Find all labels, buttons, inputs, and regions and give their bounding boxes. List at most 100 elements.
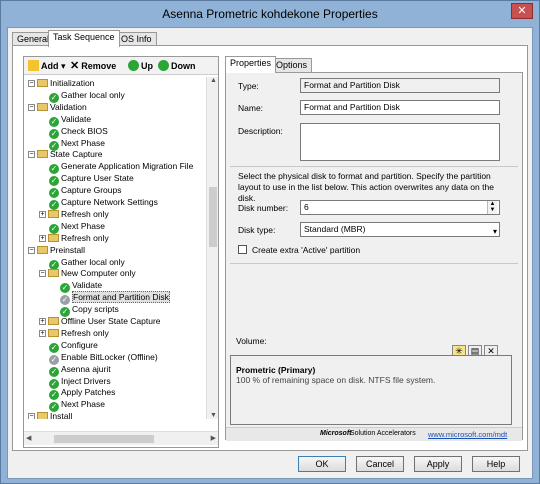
mdt-footer: Microsoft Solution Accelerators www.micr… <box>226 427 522 441</box>
folder-icon <box>37 79 48 87</box>
add-label: Add <box>41 61 59 71</box>
collapse-icon[interactable]: − <box>28 413 35 419</box>
tree-step[interactable]: ✓ Validate <box>49 113 91 127</box>
cancel-button[interactable]: Cancel <box>356 456 404 472</box>
remove-icon: ✕ <box>70 60 80 72</box>
tree-step[interactable]: ✓ Capture Groups <box>49 184 121 199</box>
disk-number-stepper[interactable]: ▲ ▼ <box>487 201 497 214</box>
folder-icon <box>37 245 48 254</box>
tree-group[interactable]: + Refresh only <box>39 327 109 339</box>
tree-vertical-scrollbar[interactable]: ▲ ▼ <box>206 77 218 419</box>
tree-step[interactable]: ✓ Next Phase <box>49 220 105 234</box>
tab-task-sequence[interactable]: Task Sequence <box>48 30 120 47</box>
tree-item-label: Copy scripts <box>72 304 119 315</box>
tab-properties[interactable]: Properties <box>225 56 277 73</box>
collapse-icon[interactable]: − <box>28 80 35 87</box>
disk-type-select[interactable]: Standard (MBR) ▾ <box>300 222 500 237</box>
scroll-up-icon[interactable]: ▲ <box>210 77 217 84</box>
tree-group[interactable]: + Refresh only <box>39 232 109 244</box>
ok-button[interactable]: OK <box>298 456 346 472</box>
expand-icon[interactable]: + <box>39 234 46 242</box>
tree-step[interactable]: ✓ Generate Application Migration File <box>49 160 193 175</box>
tree-item-label: Gather local only <box>61 89 125 100</box>
tree-step[interactable]: ✓ Next Phase <box>49 137 105 151</box>
vertical-scroll-thumb[interactable] <box>209 187 217 247</box>
tree-step[interactable]: ✓ Gather local only <box>49 89 125 103</box>
tree-group[interactable]: − New Computer only <box>39 267 136 279</box>
tree-step[interactable]: ✓ Capture Network Settings <box>49 196 158 210</box>
down-arrow-icon <box>158 60 169 71</box>
description-input[interactable] <box>300 123 500 161</box>
tree-step[interactable]: ✓ Enable BitLocker (Offline) <box>49 351 158 365</box>
remove-button[interactable]: ✕ Remove <box>70 60 116 73</box>
extra-partition-checkbox[interactable] <box>238 245 247 254</box>
down-button[interactable]: Down <box>158 60 196 73</box>
disk-type-label: Disk type: <box>238 225 276 235</box>
tree-item-label: New Computer only <box>61 268 136 279</box>
tree-group[interactable]: + Offline User State Capture <box>39 315 161 327</box>
tree-group[interactable]: − State Capture <box>28 148 102 160</box>
horizontal-scroll-thumb[interactable] <box>54 435 154 443</box>
tree-item-label: Initialization <box>50 78 95 88</box>
folder-icon <box>48 328 59 337</box>
tree-group[interactable]: + Refresh only <box>39 208 109 220</box>
task-sequence-tree[interactable]: − Initialization ✓ Gather local only − Valida… <box>24 77 206 419</box>
tab-os-info[interactable]: OS Info <box>116 32 157 46</box>
tree-step[interactable]: ✓ Format and Partition Disk <box>60 291 170 306</box>
tree-step[interactable]: ✓ Next Phase <box>49 398 105 413</box>
tree-group[interactable]: − Preinstall <box>28 244 85 256</box>
tree-item-label: Validate <box>72 280 103 291</box>
tree-step[interactable]: ✓ Capture User State <box>49 172 134 187</box>
tab-options[interactable]: Options <box>271 58 313 72</box>
name-label: Name: <box>238 103 264 113</box>
tree-toolbar: Add ▾ ✕ Remove Up Down <box>24 57 218 75</box>
tree-step[interactable]: ✓ Inject Drivers <box>49 375 111 389</box>
title-bar[interactable]: Asenna Prometric kohdekone Properties ✕ <box>1 1 539 27</box>
expand-icon[interactable]: + <box>39 318 46 325</box>
collapse-icon[interactable]: − <box>28 151 35 159</box>
apply-button[interactable]: Apply <box>414 456 462 472</box>
add-button[interactable]: Add ▾ <box>28 60 66 73</box>
up-button[interactable]: Up <box>128 60 153 73</box>
solution-accelerators-text: Solution Accelerators <box>350 430 416 437</box>
tree-step[interactable]: ✓ Gather local only <box>49 256 125 270</box>
name-input[interactable]: Format and Partition Disk <box>300 100 500 115</box>
collapse-icon[interactable]: − <box>39 270 46 278</box>
tree-item-label: Enable BitLocker (Offline) <box>61 351 158 362</box>
tree-item-label: Apply Patches <box>61 387 116 398</box>
mdt-link[interactable]: www.microsoft.com/mdt <box>428 430 507 439</box>
tree-step[interactable]: ✓ Configure <box>49 339 98 353</box>
scroll-down-icon[interactable]: ▼ <box>210 412 217 419</box>
tree-group[interactable]: − Validation <box>28 101 87 113</box>
tree-horizontal-scrollbar[interactable]: ◀ ▶ <box>24 431 218 445</box>
close-button[interactable]: ✕ <box>511 3 533 19</box>
tree-group[interactable]: − Initialization <box>28 77 94 89</box>
volume-description: 100 % of remaining space on disk. NTFS f… <box>236 375 436 385</box>
divider <box>230 166 518 167</box>
tree-item-label: Preinstall <box>50 244 85 255</box>
tree-item-label: Configure <box>61 339 98 350</box>
tree-group[interactable]: − Install <box>28 410 72 419</box>
type-field: Format and Partition Disk <box>300 78 500 93</box>
folder-icon <box>48 269 59 278</box>
tree-step[interactable]: ✓ Asenna ajurit <box>49 363 111 377</box>
tree-step[interactable]: ✓ Check BIOS <box>49 125 108 139</box>
disk-number-input[interactable]: 6 ▲ ▼ <box>300 200 500 215</box>
volume-name[interactable]: Prometric (Primary) <box>236 365 315 375</box>
collapse-icon[interactable]: − <box>28 246 35 254</box>
collapse-icon[interactable]: − <box>28 103 35 111</box>
help-button[interactable]: Help <box>472 456 520 472</box>
microsoft-logo: Microsoft <box>320 430 352 437</box>
expand-icon[interactable]: + <box>39 329 46 337</box>
scroll-right-icon[interactable]: ▶ <box>211 434 216 442</box>
tree-item-label: State Capture <box>50 149 103 160</box>
tree-item-label: Offline User State Capture <box>61 316 161 326</box>
tree-step[interactable]: ✓ Validate <box>60 279 103 294</box>
folder-icon <box>48 233 59 242</box>
tree-step[interactable]: ✓ Copy scripts <box>60 303 119 318</box>
tree-item-label: Refresh only <box>61 232 109 243</box>
expand-icon[interactable]: + <box>39 210 46 218</box>
tree-step[interactable]: ✓ Apply Patches <box>49 386 116 401</box>
scroll-left-icon[interactable]: ◀ <box>26 434 31 442</box>
tree-item-label: Capture User State <box>61 173 134 184</box>
